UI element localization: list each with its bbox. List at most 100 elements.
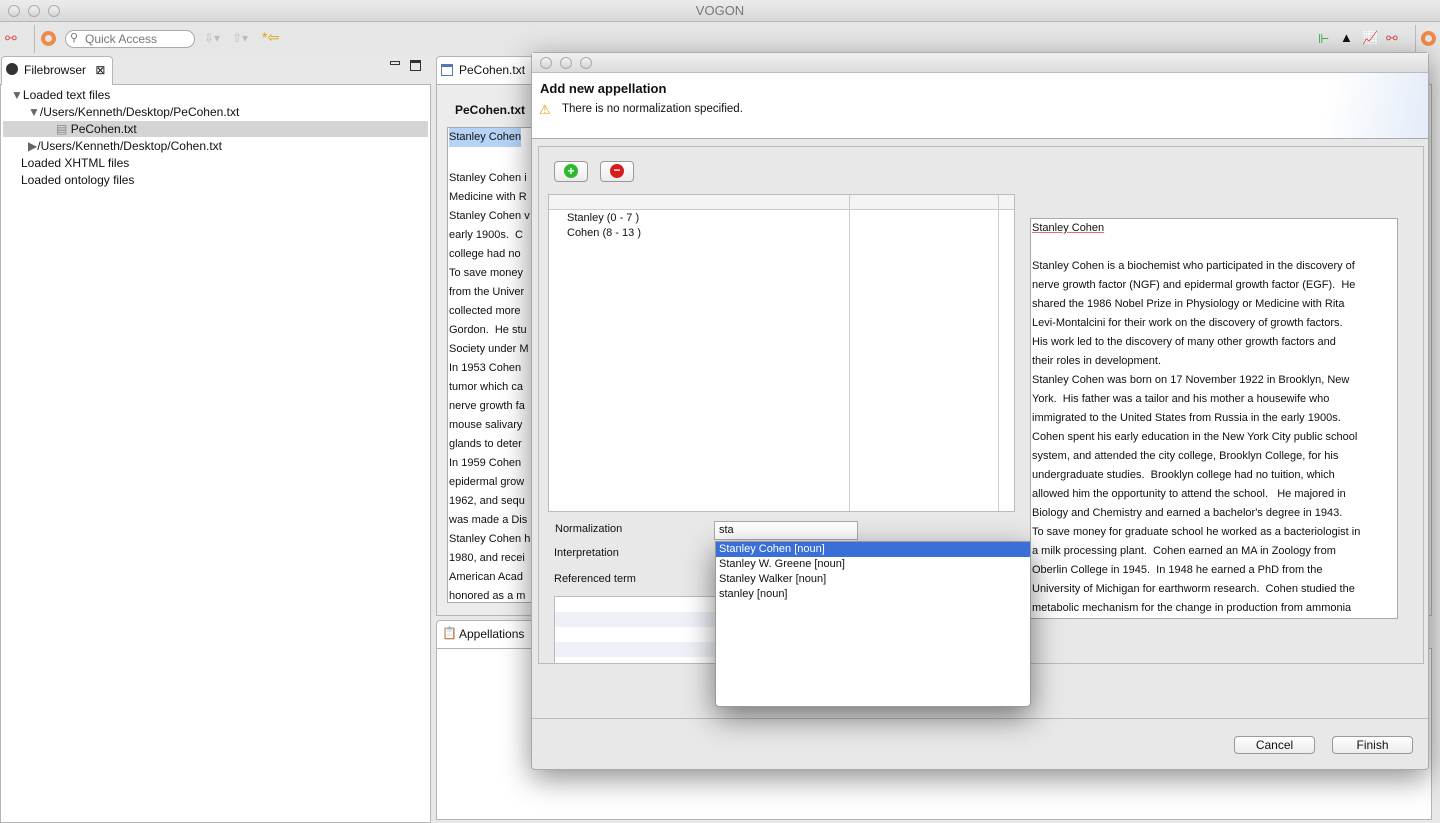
text-line: His work led to the discovery of many ot… (1032, 336, 1336, 348)
stack-icon[interactable]: ▲ (1340, 30, 1353, 45)
back-arrow-icon[interactable]: *⇦ (262, 29, 279, 46)
selected-text: Stanley Cohen (449, 128, 522, 147)
chart-icon[interactable]: 📈 (1362, 30, 1378, 46)
text-line: York. His father was a tailor and his mo… (1032, 393, 1330, 405)
minimize-window-button[interactable] (28, 5, 40, 17)
editor-heading: PeCohen.txt (455, 103, 526, 117)
close-window-button[interactable] (8, 5, 20, 17)
next-annotation-icon[interactable]: ⇧▾ (232, 31, 248, 45)
table-row[interactable]: Stanley (0 - 7 ) (567, 211, 639, 226)
table-row[interactable]: Cohen (8 - 13 ) (567, 226, 641, 241)
plus-icon: + (564, 164, 578, 178)
table-row-stripe (549, 346, 998, 361)
table-row-stripe (549, 406, 998, 421)
suggestion-item[interactable]: stanley [noun] (716, 587, 1030, 602)
dialog-footer-divider (532, 718, 1428, 719)
text-line (1032, 238, 1397, 257)
clipboard-icon: 📋 (442, 626, 457, 640)
tree-item-loaded-text-files[interactable]: ▼Loaded text files (11, 88, 110, 102)
normalization-suggestions[interactable]: Stanley Cohen [noun] Stanley W. Greene [… (715, 541, 1031, 707)
dialog-close-button[interactable] (540, 57, 552, 69)
text-line: University of Michigan for earthworm res… (1032, 583, 1355, 595)
dialog-header: Add new appellation ⚠ There is no normal… (532, 73, 1428, 139)
text-line: immigrated to the United States from Rus… (1032, 412, 1341, 424)
perspective-icon[interactable] (1421, 31, 1436, 46)
dialog-minimize-button[interactable] (560, 57, 572, 69)
table-header (549, 195, 1014, 210)
quick-access-input[interactable]: Quick Access (65, 30, 195, 48)
table-row-stripe (549, 316, 998, 331)
table-row-stripe (549, 421, 998, 436)
normalization-input[interactable]: sta (714, 521, 858, 540)
table-row-stripe (549, 256, 998, 271)
window-title-bar: VOGON (0, 0, 1440, 22)
suggestion-item[interactable]: Stanley Cohen [noun] (716, 542, 1030, 557)
maximize-panel-icon[interactable] (410, 60, 421, 71)
warning-message: There is no normalization specified. (562, 103, 743, 115)
text-line: Stanley Cohen was born on 17 November 19… (1032, 374, 1350, 386)
dialog-text-area[interactable]: Stanley Cohen Stanley Cohen is a biochem… (1030, 218, 1398, 619)
tree-item-folder[interactable]: ▶/Users/Kenneth/Desktop/Cohen.txt (28, 139, 222, 153)
hierarchy-icon[interactable]: ⊩ (1318, 31, 1329, 47)
toolbar-divider (34, 25, 35, 53)
filebrowser-icon (6, 63, 18, 75)
filebrowser-panel (0, 84, 431, 823)
remove-button[interactable]: − (600, 161, 634, 182)
tree-item-file[interactable]: ▤ PeCohen.txt (56, 122, 137, 136)
minimize-panel-icon[interactable] (390, 61, 400, 65)
text-line: metabolic mechanism for the change in pr… (1032, 602, 1352, 614)
cancel-button[interactable]: Cancel (1234, 736, 1315, 754)
table-row-stripe (549, 481, 998, 496)
text-line: Biology and Chemistry and earned a bache… (1032, 507, 1343, 519)
toolbar-divider (1415, 25, 1416, 53)
dialog-title-bar (532, 53, 1428, 73)
tree-item-folder[interactable]: ▼/Users/Kenneth/Desktop/PeCohen.txt (28, 105, 239, 119)
column-divider (998, 195, 999, 511)
suggestion-item[interactable]: Stanley Walker [noun] (716, 572, 1030, 587)
finish-button[interactable]: Finish (1332, 736, 1413, 754)
table-row-stripe (549, 331, 998, 346)
record-icon[interactable] (41, 31, 56, 46)
table-row-stripe (549, 466, 998, 481)
dialog-title: Add new appellation (540, 81, 667, 96)
tree-item-xhtml[interactable]: Loaded XHTML files (21, 156, 129, 170)
warning-icon: ⚠ (539, 102, 551, 117)
tree-item-ontology[interactable]: Loaded ontology files (21, 173, 134, 187)
text-line: allowed him the opportunity to attend th… (1032, 488, 1346, 500)
table-row-stripe (549, 496, 998, 511)
text-line: their roles in development. (1032, 355, 1162, 367)
prev-annotation-icon[interactable]: ⇩▾ (204, 31, 220, 45)
referenced-term-list[interactable] (554, 596, 724, 664)
normalization-label: Normalization (555, 523, 623, 535)
add-button[interactable]: + (554, 161, 588, 182)
table-row-stripe (549, 271, 998, 286)
suggestion-item[interactable]: Stanley W. Greene [noun] (716, 557, 1030, 572)
file-icon: ▤ (56, 122, 68, 136)
term-parts-table[interactable]: Stanley (0 - 7 ) Cohen (8 - 13 ) (548, 194, 1015, 512)
table-row-stripe (549, 376, 998, 391)
text-line: nerve growth factor (NGF) and epidermal … (1032, 279, 1356, 291)
window-title: VOGON (695, 3, 745, 18)
text-line: shared the 1986 Nobel Prize in Physiolog… (1032, 298, 1345, 310)
column-divider (849, 195, 850, 511)
table-row-stripe (549, 451, 998, 466)
vogon-network-icon[interactable]: ⚯ (5, 30, 17, 47)
interpretation-label: Interpretation (554, 547, 619, 559)
text-line: Cohen spent his early education in the N… (1032, 431, 1358, 443)
table-row-stripe (549, 241, 998, 256)
text-line: system, and attended the city college, B… (1032, 450, 1339, 462)
text-line: Levi-Montalcini for their work on the di… (1032, 317, 1343, 329)
table-row-stripe (549, 286, 998, 301)
zoom-window-button[interactable] (48, 5, 60, 17)
text-line: a milk processing plant. Cohen earned an… (1032, 545, 1336, 557)
table-row-stripe (549, 361, 998, 376)
text-line: To save money for graduate school he wor… (1032, 526, 1361, 538)
table-row-stripe (549, 436, 998, 451)
minus-icon: − (610, 164, 624, 178)
table-row-stripe (549, 391, 998, 406)
search-icon: ⚲ (70, 32, 79, 44)
text-title: Stanley Cohen (1032, 222, 1105, 234)
close-tab-icon[interactable]: ⊠ (95, 63, 105, 77)
network-icon[interactable]: ⚯ (1386, 30, 1398, 47)
dialog-zoom-button[interactable] (580, 57, 592, 69)
